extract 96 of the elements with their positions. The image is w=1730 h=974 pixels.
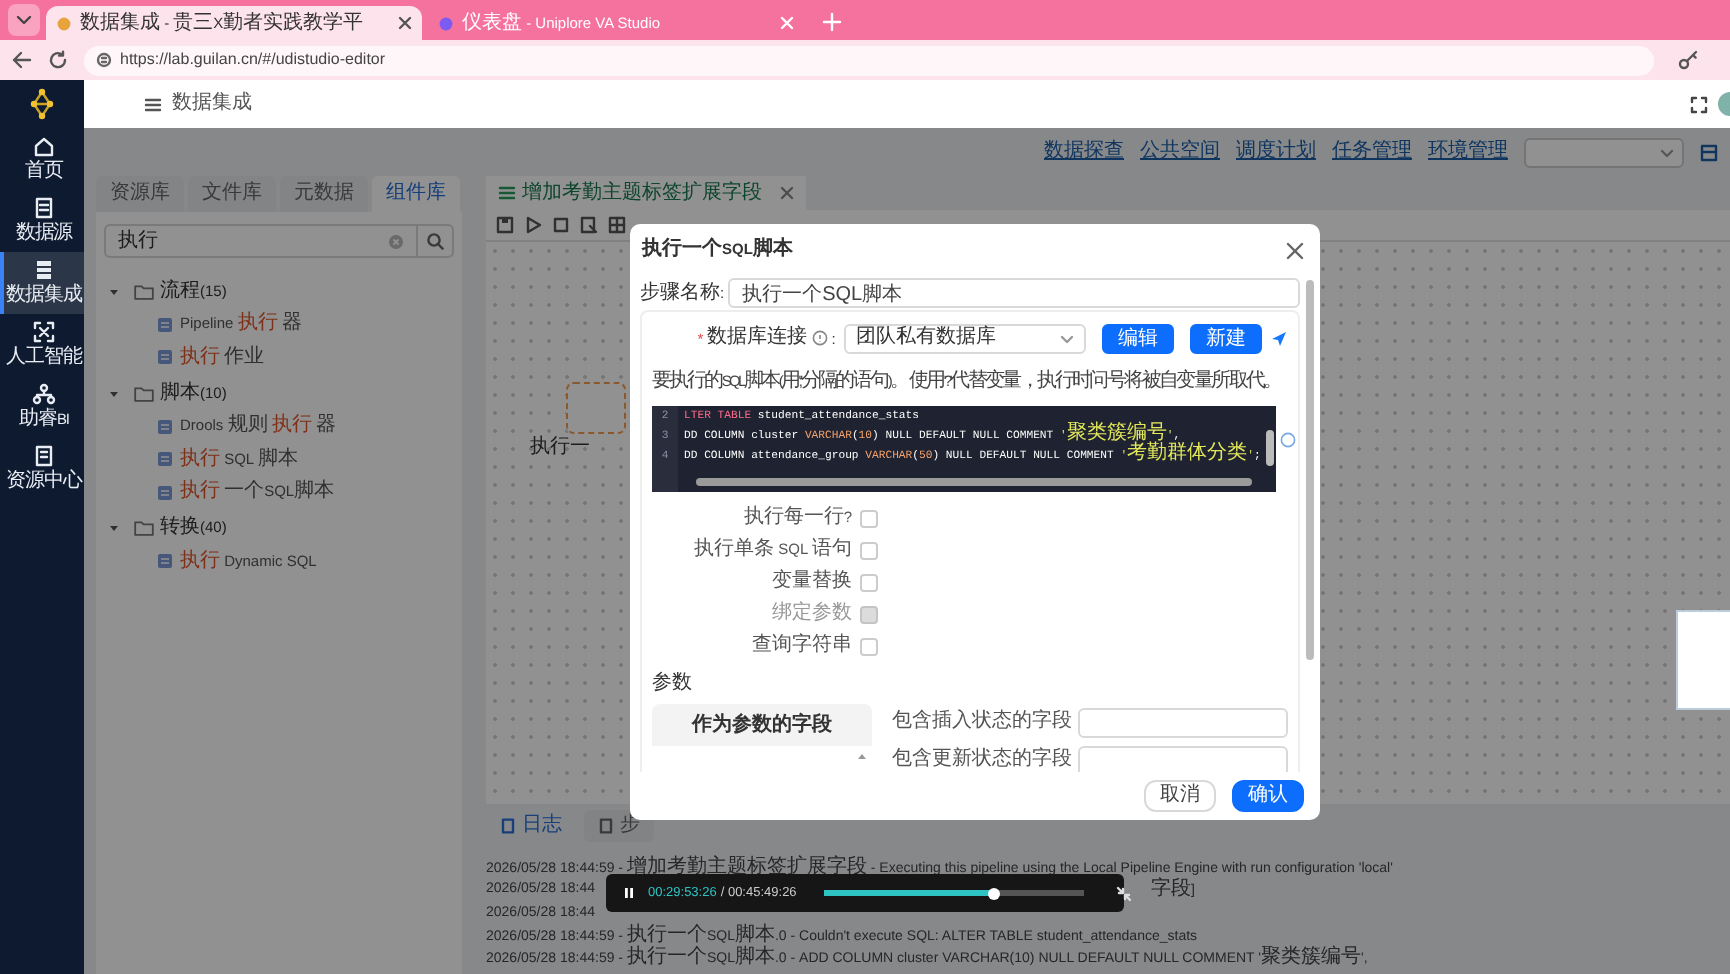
script-icon — [156, 483, 174, 502]
folder-icon — [134, 283, 154, 299]
field-label: 包含插入状态的字段 — [890, 710, 1072, 734]
save-icon[interactable] — [496, 216, 514, 234]
bottom-tab[interactable]: 日志 — [486, 810, 576, 842]
flow-icon — [498, 184, 516, 202]
home-icon — [32, 134, 56, 158]
favicon-icon — [56, 15, 72, 31]
grid-icon[interactable] — [608, 216, 626, 234]
checkbox[interactable] — [860, 509, 878, 527]
step-node[interactable] — [566, 382, 626, 434]
action-button[interactable]: 编辑 — [1102, 323, 1174, 353]
text-field[interactable] — [1078, 707, 1288, 737]
panel-tab[interactable]: 文件库 — [188, 176, 276, 212]
checkbox[interactable] — [860, 541, 878, 559]
progress-track[interactable] — [824, 890, 1085, 896]
nav-link[interactable]: 公共空间 — [1140, 140, 1220, 164]
cancel-button[interactable]: 取消 — [1144, 780, 1216, 812]
text-field[interactable] — [1078, 745, 1288, 772]
chevron-down-icon — [16, 12, 32, 28]
checkbox[interactable] — [860, 573, 878, 591]
sidebar-item[interactable]: 数据集成 — [0, 252, 84, 314]
pause-icon[interactable] — [622, 886, 636, 900]
scrollbar[interactable] — [696, 478, 1252, 486]
panel-tab[interactable]: 组件库 — [372, 176, 460, 212]
panel-tab[interactable]: 资源库 — [96, 176, 184, 212]
scrollbar[interactable] — [1306, 280, 1314, 660]
step-name-field[interactable]: 执行一个SQL脚本 — [728, 278, 1300, 308]
list-icon — [32, 196, 56, 220]
script-icon — [156, 450, 174, 469]
caret-icon[interactable] — [108, 285, 120, 297]
checkbox[interactable] — [860, 637, 878, 655]
folder-icon — [134, 385, 154, 401]
column-header: 作为参数的字段 — [652, 704, 872, 746]
sidebar-item[interactable]: 首页 — [0, 128, 84, 190]
sidebar-item[interactable]: 数据源 — [0, 190, 84, 252]
caret-icon — [1660, 145, 1674, 159]
nav-link[interactable]: 环境管理 — [1428, 140, 1508, 164]
scan-icon — [32, 320, 56, 344]
run-icon[interactable] — [524, 216, 542, 234]
caret-icon[interactable] — [108, 387, 120, 399]
script-icon — [156, 417, 174, 436]
new-tab-icon[interactable] — [822, 12, 842, 32]
nav-link[interactable]: 数据探查 — [1044, 140, 1124, 164]
progress-thumb[interactable] — [987, 887, 1000, 899]
reload-icon[interactable] — [48, 50, 68, 70]
script-icon — [156, 348, 174, 367]
confirm-button[interactable]: 确认 — [1232, 780, 1304, 812]
panel-tab[interactable]: 元数据 — [280, 176, 368, 212]
fullscreen-icon[interactable] — [1690, 95, 1708, 113]
menu-icon[interactable] — [144, 95, 162, 113]
exit-fullscreen-icon[interactable] — [1116, 885, 1133, 901]
field-label: 包含更新状态的字段 — [890, 748, 1072, 772]
tab-list-button[interactable] — [8, 4, 40, 36]
send-icon[interactable] — [1270, 329, 1288, 347]
tree-item[interactable]: 执行 作业 — [104, 341, 454, 374]
folder-icon — [134, 520, 154, 536]
close-icon[interactable] — [398, 16, 412, 30]
section-label: 参数 — [652, 672, 694, 696]
scrollbar[interactable] — [1266, 430, 1274, 466]
url-field[interactable]: https://lab.guilan.cn/#/udistudio-editor — [84, 45, 1654, 75]
nav-link[interactable]: 任务管理 — [1332, 140, 1412, 164]
preview-icon[interactable] — [580, 216, 598, 234]
script-icon — [156, 315, 174, 334]
scroll-up-icon[interactable] — [856, 750, 868, 762]
option-label: 绑定参数 — [770, 602, 852, 626]
option-label: 查询字符串 — [750, 634, 852, 658]
header-title: 数据集成 — [172, 92, 252, 116]
close-icon[interactable] — [780, 186, 794, 200]
stop-icon[interactable] — [552, 216, 570, 234]
steps-icon — [598, 818, 614, 834]
sidebar-item[interactable]: 人工智能 — [0, 314, 84, 376]
field-label: 数据库连接 — [707, 326, 808, 350]
favicon-icon — [438, 15, 454, 31]
caret-icon — [1060, 331, 1074, 345]
editor-tab[interactable]: 增加考勤主题标签扩展字段 — [486, 176, 806, 210]
node-label: 执行一 — [530, 436, 590, 460]
close-icon[interactable] — [1286, 241, 1304, 259]
book-icon — [32, 444, 56, 468]
database-select[interactable]: 团队私有数据库 — [843, 323, 1086, 353]
caret-icon[interactable] — [108, 522, 120, 534]
site-info-icon[interactable] — [96, 52, 112, 68]
script-icon — [156, 552, 174, 571]
nav-link[interactable]: 调度计划 — [1236, 140, 1316, 164]
layout-icon[interactable] — [1700, 143, 1718, 161]
sidebar-item[interactable]: 资源中心 — [0, 438, 84, 500]
bottom-tab[interactable]: 步 — [584, 810, 654, 842]
back-icon[interactable] — [12, 50, 32, 70]
network-icon — [32, 382, 56, 406]
key-icon[interactable] — [1678, 50, 1698, 70]
logo-icon — [26, 88, 58, 120]
database-icon — [32, 258, 56, 282]
action-button[interactable]: 新建 — [1190, 323, 1262, 353]
log-icon — [500, 818, 516, 834]
option-label: 变量替换 — [770, 570, 852, 594]
select-field[interactable] — [1524, 137, 1684, 167]
